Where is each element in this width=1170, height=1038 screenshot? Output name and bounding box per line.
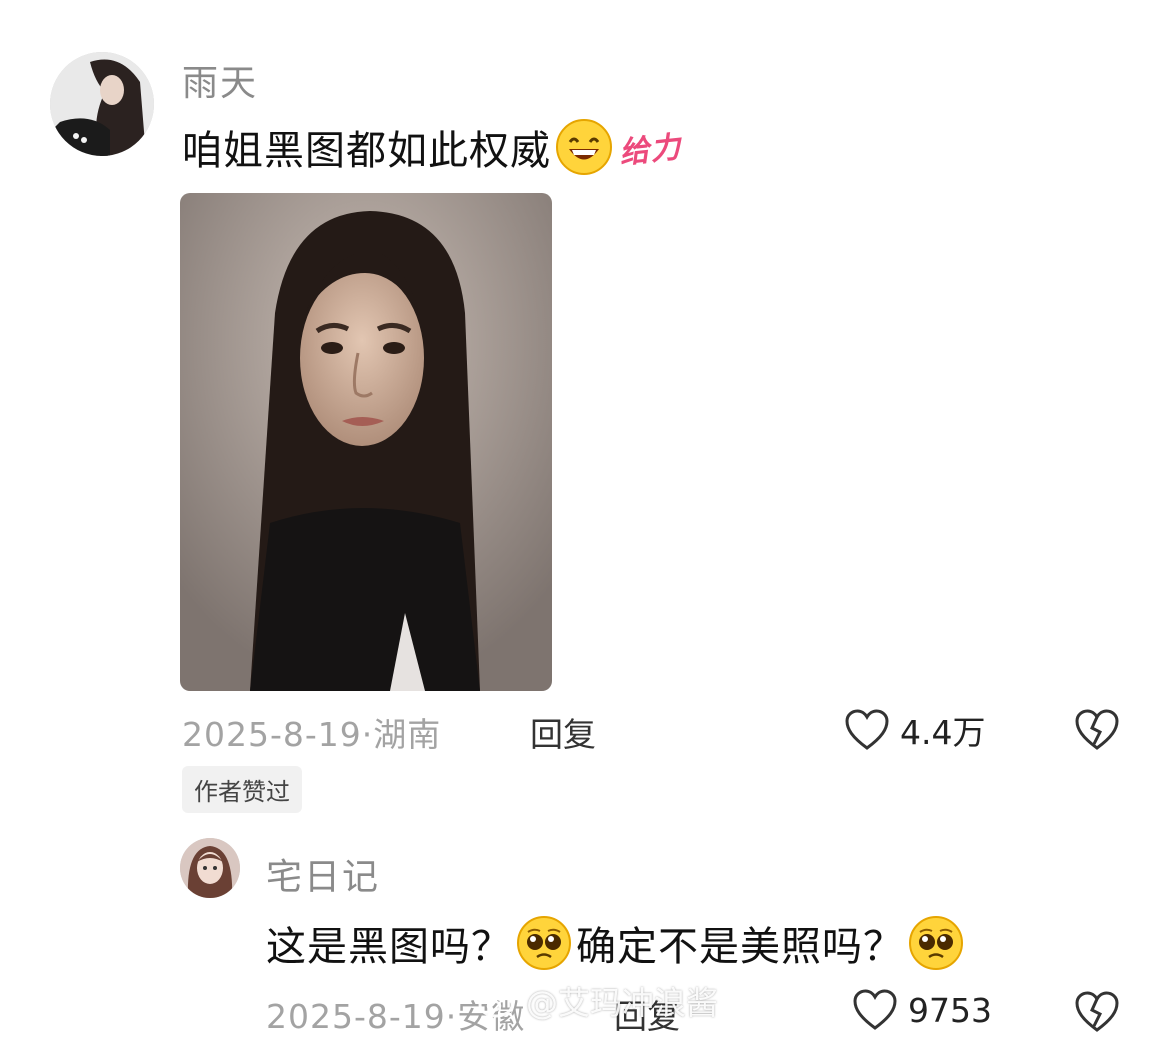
comment-text: 咱姐黑图都如此权威 给力 (182, 118, 684, 176)
broken-heart-icon (1074, 708, 1120, 752)
comment-like-button[interactable]: 4.4万 (844, 706, 985, 754)
reply-avatar[interactable] (180, 838, 240, 898)
grinning-face-icon (555, 118, 613, 176)
avatar[interactable] (50, 52, 154, 156)
heart-icon (844, 708, 890, 752)
broken-heart-icon (1074, 990, 1120, 1034)
reply-text-part2: 确定不是美照吗？ (576, 924, 904, 970)
pleading-face-icon (908, 915, 964, 971)
sticker-label: 给力 (617, 129, 684, 172)
watermark-text: @艾玛冲浪酱 (526, 984, 719, 1022)
reply-date: 2025-8-19 (266, 997, 446, 1036)
author-liked-badge: 作者赞过 (182, 766, 302, 813)
reply-like-count: 9753 (908, 990, 992, 1030)
reply-text: 这是黑图吗？ 确定不是美照吗？ (266, 914, 964, 972)
pleading-face-icon (516, 915, 572, 971)
reply-like-button[interactable]: 9753 (852, 988, 992, 1032)
comment-reply-button[interactable]: 回复 (530, 708, 596, 756)
meta-separator: · (445, 997, 458, 1036)
reply-username[interactable]: 宅日记 (266, 848, 380, 900)
comment-username[interactable]: 雨天 (182, 54, 258, 106)
meta-separator: · (361, 715, 374, 754)
weibo-logo-icon (478, 984, 520, 1018)
watermark: @艾玛冲浪酱 (478, 978, 718, 1024)
comment-location: 湖南 (373, 715, 442, 754)
reply-text-part1: 这是黑图吗？ (266, 924, 512, 970)
comment-meta: 2025-8-19·湖南 (182, 708, 441, 756)
comment-text-content: 咱姐黑图都如此权威 (182, 128, 551, 174)
reply-dislike-button[interactable] (1074, 990, 1120, 1038)
comment-image[interactable] (180, 193, 552, 691)
comment-date: 2025-8-19 (182, 715, 362, 754)
heart-icon (852, 988, 898, 1032)
comment-dislike-button[interactable] (1074, 708, 1120, 756)
comment-like-count: 4.4万 (900, 713, 986, 752)
